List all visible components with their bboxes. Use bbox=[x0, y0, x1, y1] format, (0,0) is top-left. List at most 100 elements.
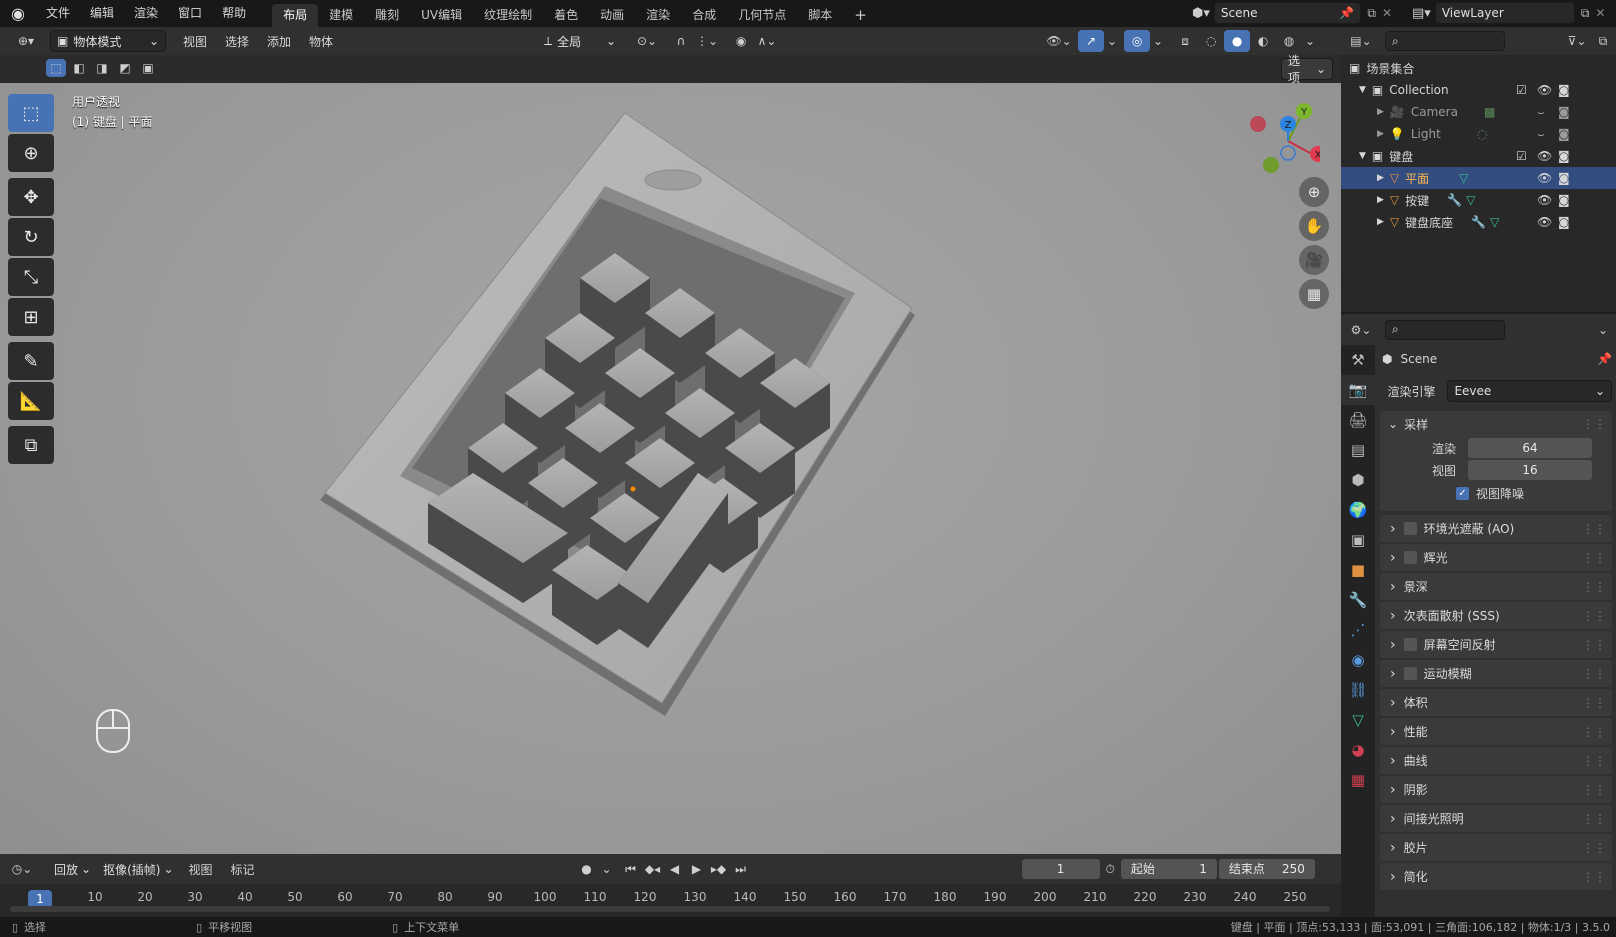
prev-keyframe-icon[interactable]: ◆◂ bbox=[642, 858, 664, 880]
keyboard-model[interactable] bbox=[320, 108, 950, 728]
pin-icon[interactable]: 📌 bbox=[1339, 6, 1354, 20]
scene-tab-icon[interactable]: ⬢ bbox=[1341, 465, 1375, 495]
expand-arrow-icon[interactable]: ▶ bbox=[1377, 195, 1384, 205]
tab-animation[interactable]: 动画 bbox=[589, 4, 635, 27]
editor-type-icon[interactable]: ⊕▾ bbox=[8, 30, 44, 52]
hidden-eye-icon[interactable]: ⌣ bbox=[1537, 127, 1545, 142]
outliner-item-keys[interactable]: ▶ ▽ 按键 🔧 ▽ 👁 ◙ bbox=[1341, 189, 1616, 211]
3d-viewport[interactable]: 用户透视 (1) 键盘 | 平面 X Y Z ⊕ ✋ 🎥 ▦ bbox=[0, 83, 1341, 854]
outliner-item-light[interactable]: ▶ 💡 Light ◌ ⌣ ◙ bbox=[1341, 123, 1616, 145]
record-icon[interactable]: ● bbox=[574, 858, 600, 880]
zoom-icon[interactable]: ⊕ bbox=[1299, 177, 1329, 207]
select-subtract-icon[interactable]: ◨ bbox=[92, 59, 112, 77]
tab-geometry-nodes[interactable]: 几何节点 bbox=[727, 4, 797, 27]
render-panel-5[interactable]: › 运动模糊 ⋮⋮ bbox=[1380, 660, 1612, 687]
checkbox-icon[interactable] bbox=[1403, 551, 1417, 564]
tab-rendering[interactable]: 渲染 bbox=[635, 4, 681, 27]
render-panel-8[interactable]: › 曲线 ⋮⋮ bbox=[1380, 747, 1612, 774]
texture-tab-icon[interactable]: ▦ bbox=[1341, 765, 1375, 795]
new-scene-icon[interactable]: ⧉ bbox=[1367, 6, 1376, 21]
tab-layout[interactable]: 布局 bbox=[272, 4, 319, 27]
render-panel-7[interactable]: › 性能 ⋮⋮ bbox=[1380, 718, 1612, 745]
move-tool-icon[interactable]: ✥ bbox=[8, 178, 54, 216]
expand-arrow-icon[interactable]: ▼ bbox=[1359, 151, 1366, 161]
jump-start-icon[interactable]: ⏮ bbox=[620, 858, 642, 880]
timeline-marker-menu[interactable]: 标记 bbox=[222, 861, 264, 878]
drag-handle-icon[interactable]: ⋮⋮ bbox=[1582, 812, 1606, 826]
wireframe-shading-icon[interactable]: ◌ bbox=[1198, 30, 1224, 52]
render-panel-4[interactable]: › 屏幕空间反射 ⋮⋮ bbox=[1380, 631, 1612, 658]
menu-object[interactable]: 物体 bbox=[300, 33, 342, 50]
drag-handle-icon[interactable]: ⋮⋮ bbox=[1582, 754, 1606, 768]
gizmo-dropdown-icon[interactable]: ⌄ bbox=[1104, 30, 1120, 52]
axis-neg-z-icon[interactable] bbox=[1280, 145, 1296, 161]
options-dropdown[interactable]: 选项 ⌄ bbox=[1281, 54, 1333, 85]
drag-handle-icon[interactable]: ⋮⋮ bbox=[1582, 580, 1606, 594]
viewport-denoise-row[interactable]: ✓ 视图降噪 bbox=[1380, 481, 1612, 505]
navigation-gizmo[interactable]: X Y Z bbox=[1240, 98, 1320, 178]
outliner-item-keyboard-collection[interactable]: ▼ ▣ 键盘 ☑ 👁 ◙ bbox=[1341, 145, 1616, 167]
gizmo-toggle-icon[interactable]: ↗ bbox=[1078, 30, 1105, 52]
overlay-dropdown-icon[interactable]: ⌄ bbox=[1150, 30, 1166, 52]
perspective-toggle-icon[interactable]: ▦ bbox=[1299, 279, 1329, 309]
timeline-scrollbar[interactable] bbox=[10, 906, 1330, 912]
new-collection-icon[interactable]: ⧉ bbox=[1590, 30, 1616, 52]
tab-modeling[interactable]: 建模 bbox=[318, 4, 364, 27]
current-frame-field[interactable]: 1 bbox=[1021, 859, 1100, 879]
outliner-search[interactable]: ⌕ bbox=[1385, 31, 1505, 51]
hidden-eye-icon[interactable]: ⌣ bbox=[1537, 105, 1545, 120]
constraints-tab-icon[interactable]: ⛓ bbox=[1341, 675, 1375, 705]
xray-icon[interactable]: ⧈ bbox=[1172, 30, 1198, 52]
select-intersect-icon[interactable]: ▣ bbox=[138, 59, 158, 77]
add-workspace-button[interactable]: + bbox=[843, 4, 878, 27]
outliner-item-collection[interactable]: ▼ ▣ Collection ☑ 👁 ◙ bbox=[1341, 79, 1616, 101]
viewlayer-field[interactable]: ViewLayer bbox=[1434, 2, 1575, 24]
proportional-edit-icon[interactable]: ◉ bbox=[728, 30, 754, 52]
solid-shading-icon[interactable]: ● bbox=[1224, 30, 1251, 52]
drag-handle-icon[interactable]: ⋮⋮ bbox=[1582, 841, 1606, 855]
drag-handle-icon[interactable]: ⋮⋮ bbox=[1582, 551, 1606, 565]
pan-hand-icon[interactable]: ✋ bbox=[1299, 211, 1329, 241]
expand-arrow-icon[interactable]: ▶ bbox=[1377, 173, 1384, 183]
options-chevron-icon[interactable]: ⌄ bbox=[1590, 319, 1616, 341]
tab-scripting[interactable]: 脚本 bbox=[797, 4, 843, 27]
menu-render[interactable]: 渲染 bbox=[124, 0, 168, 27]
drag-handle-icon[interactable]: ⋮⋮ bbox=[1582, 696, 1606, 710]
menu-edit[interactable]: 编辑 bbox=[80, 0, 124, 27]
expand-arrow-icon[interactable]: ▼ bbox=[1359, 85, 1366, 95]
material-tab-icon[interactable]: ◕ bbox=[1341, 735, 1375, 765]
sampling-panel-header[interactable]: ⌄ 采样 ⋮⋮ bbox=[1380, 411, 1612, 437]
render-panel-1[interactable]: › 辉光 ⋮⋮ bbox=[1380, 544, 1612, 571]
transform-tool-icon[interactable]: ⊞ bbox=[8, 298, 54, 336]
render-camera-icon[interactable]: ◙ bbox=[1558, 105, 1570, 119]
rotate-tool-icon[interactable]: ↻ bbox=[8, 218, 54, 256]
outliner-item-camera[interactable]: ▶ 🎥 Camera ▩ ⌣ ◙ bbox=[1341, 101, 1616, 123]
render-panel-11[interactable]: › 胶片 ⋮⋮ bbox=[1380, 834, 1612, 861]
properties-search[interactable]: ⌕ bbox=[1385, 319, 1505, 340]
mode-dropdown[interactable]: ▣ 物体模式 ⌄ bbox=[50, 30, 166, 52]
drag-handle-icon[interactable]: ⋮⋮ bbox=[1582, 870, 1606, 884]
transform-orientation-dropdown[interactable]: ⟂ 全局 ⌄ bbox=[538, 30, 622, 52]
pin-icon[interactable]: 📌 bbox=[1597, 352, 1612, 366]
timeline-ruler[interactable]: 1 10 20 30 40 50 60 70 80 90 100 110 120 130 140 150 160… bbox=[0, 884, 1341, 917]
delete-viewlayer-icon[interactable]: ✕ bbox=[1595, 6, 1605, 20]
shading-dropdown-icon[interactable]: ⌄ bbox=[1302, 30, 1318, 52]
tab-sculpting[interactable]: 雕刻 bbox=[364, 4, 410, 27]
checkbox-icon[interactable] bbox=[1403, 667, 1417, 680]
eye-icon[interactable]: 👁 bbox=[1537, 149, 1552, 163]
menu-add[interactable]: 添加 bbox=[258, 33, 300, 50]
particles-tab-icon[interactable]: ⋰ bbox=[1341, 615, 1375, 645]
render-panel-0[interactable]: › 环境光遮蔽 (AO) ⋮⋮ bbox=[1380, 515, 1612, 542]
drag-handle-icon[interactable]: ⋮⋮ bbox=[1582, 417, 1606, 431]
rendered-shading-icon[interactable]: ◍ bbox=[1276, 30, 1302, 52]
snap-icon[interactable]: ∩ bbox=[668, 30, 694, 52]
new-viewlayer-icon[interactable]: ⧉ bbox=[1581, 6, 1590, 21]
play-reverse-icon[interactable]: ◀ bbox=[664, 858, 686, 880]
annotate-tool-icon[interactable]: ✎ bbox=[8, 342, 54, 380]
physics-tab-icon[interactable]: ◉ bbox=[1341, 645, 1375, 675]
object-tab-icon[interactable]: ■ bbox=[1341, 555, 1375, 585]
render-panel-9[interactable]: › 阴影 ⋮⋮ bbox=[1380, 776, 1612, 803]
render-panel-12[interactable]: › 简化 ⋮⋮ bbox=[1380, 863, 1612, 890]
tab-shading[interactable]: 着色 bbox=[543, 4, 589, 27]
clock-icon[interactable]: ⏱ bbox=[1106, 862, 1115, 877]
